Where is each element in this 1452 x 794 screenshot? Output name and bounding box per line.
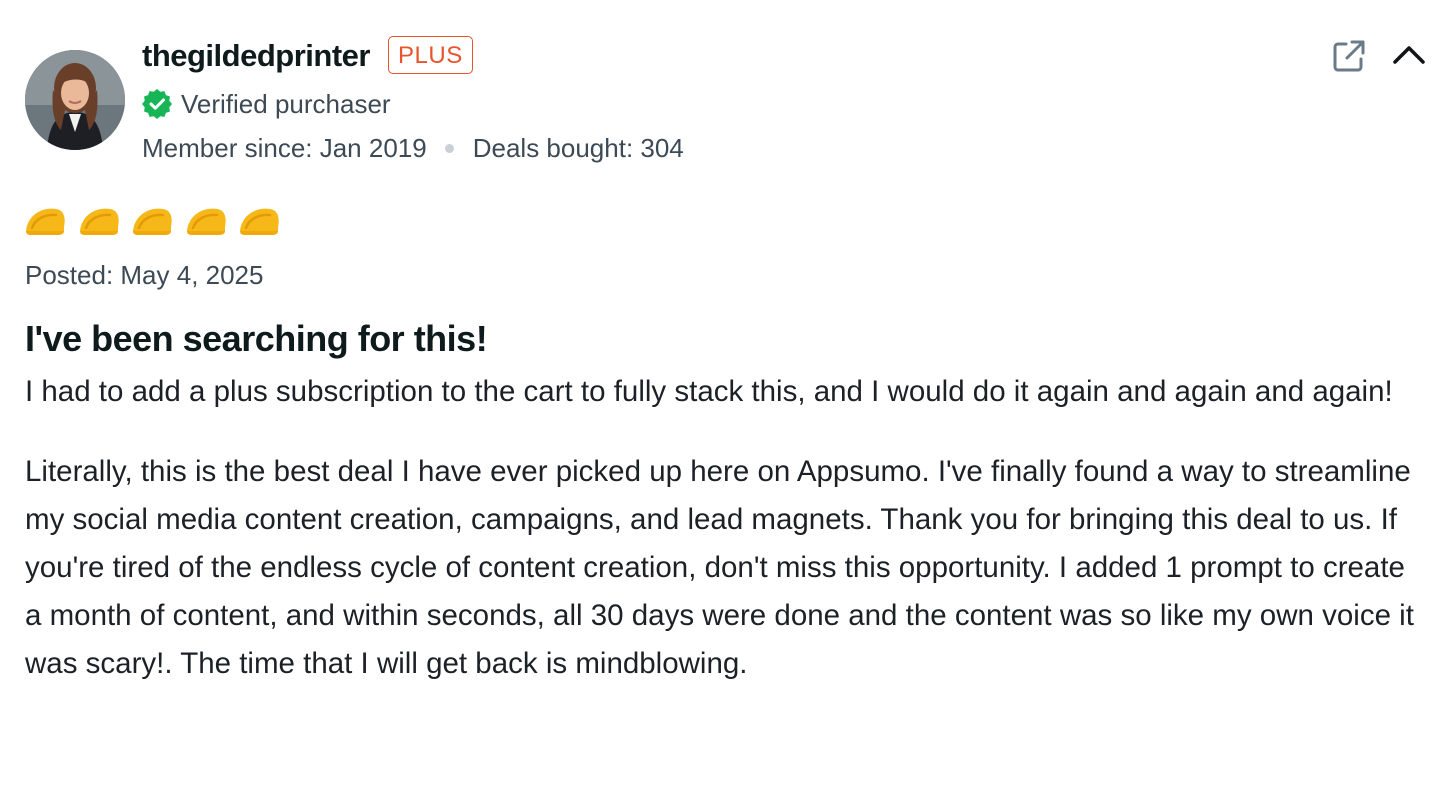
review-card: thegildedprinter PLUS Verified purchaser… — [0, 0, 1452, 794]
taco-icon — [79, 208, 119, 235]
taco-icon — [186, 208, 226, 235]
verified-purchaser-text: Verified purchaser — [181, 89, 391, 119]
reviewer-meta: Member since: Jan 2019 Deals bought: 304 — [142, 131, 684, 165]
verified-badge-icon — [142, 89, 172, 119]
review-paragraph: Literally, this is the best deal I have … — [25, 455, 1414, 680]
reviewer-username[interactable]: thegildedprinter — [142, 36, 370, 76]
rating-tacos — [23, 200, 291, 240]
member-since: Member since: Jan 2019 — [142, 132, 427, 163]
taco-icon — [133, 208, 172, 235]
open-review-button[interactable] — [1331, 38, 1367, 74]
chevron-up-icon — [1393, 46, 1425, 64]
review-body: I had to add a plus subscription to the … — [25, 368, 1425, 720]
avatar[interactable] — [25, 50, 125, 150]
review-paragraph: I had to add a plus subscription to the … — [25, 375, 1393, 408]
deals-bought: Deals bought: 304 — [472, 132, 684, 163]
review-title: I've been searching for this! — [25, 318, 488, 359]
avatar-image — [25, 50, 125, 150]
external-link-icon — [1333, 40, 1365, 72]
collapse-review-button[interactable] — [1390, 38, 1428, 72]
plus-badge: PLUS — [388, 36, 473, 74]
separator-dot — [444, 143, 454, 153]
taco-icon — [240, 208, 279, 235]
posted-date: Posted: May 4, 2025 — [25, 260, 264, 290]
verified-purchaser-row: Verified purchaser — [142, 88, 391, 120]
taco-icon — [26, 208, 65, 235]
